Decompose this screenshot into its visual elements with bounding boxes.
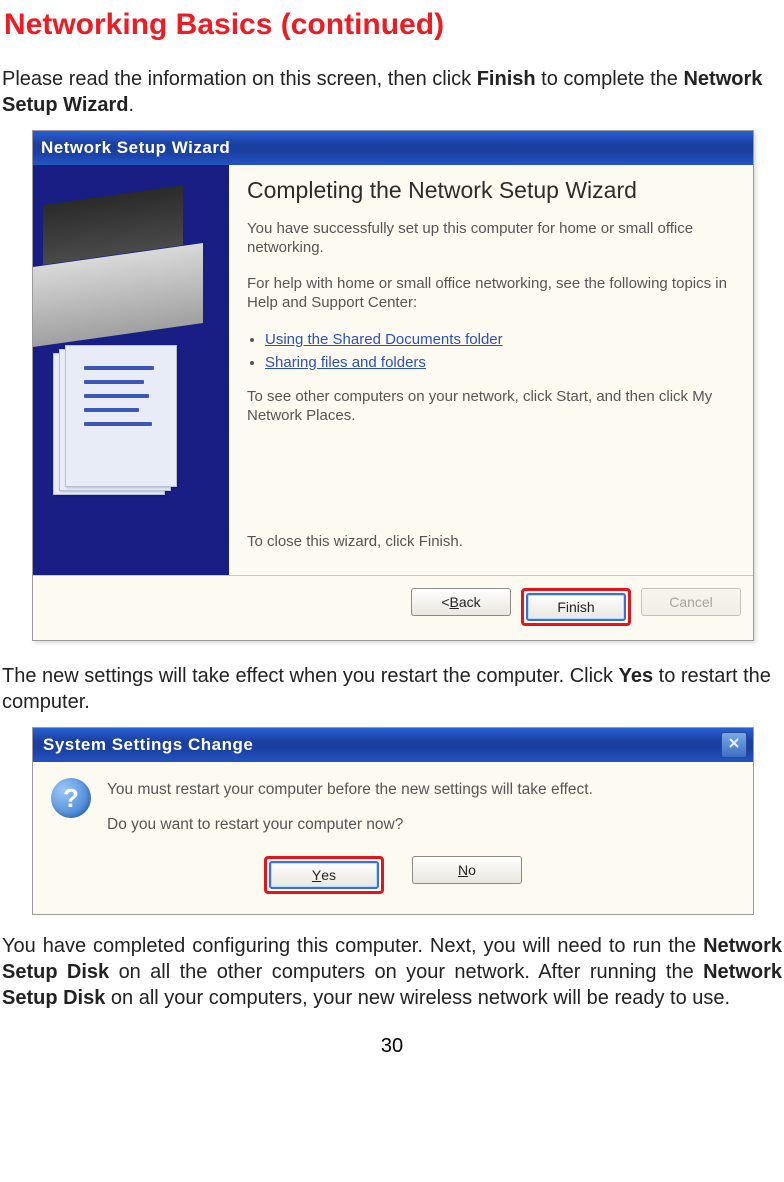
dialog-body: ? You must restart your computer before …: [33, 762, 753, 846]
dialog-text: You must restart your computer before th…: [107, 778, 593, 838]
close-button[interactable]: [721, 732, 747, 758]
cancel-button: Cancel: [641, 588, 741, 616]
text: The new settings will take effect when y…: [2, 665, 619, 687]
text: es: [321, 867, 336, 883]
restart-paragraph: The new settings will take effect when y…: [2, 663, 782, 715]
wizard-paragraph: You have successfully set up this comput…: [247, 219, 733, 258]
accesskey: Y: [312, 867, 321, 883]
text: You have completed configuring this comp…: [2, 935, 703, 957]
wizard-content: Completing the Network Setup Wizard You …: [229, 165, 753, 575]
no-button[interactable]: No: [412, 856, 522, 884]
intro-paragraph: Please read the information on this scre…: [2, 66, 782, 118]
text: <: [441, 594, 449, 610]
question-icon: ?: [51, 778, 91, 818]
dialog-line: You must restart your computer before th…: [107, 778, 593, 803]
help-link-shared-documents[interactable]: Using the Shared Documents folder: [265, 331, 503, 348]
closing-paragraph: You have completed configuring this comp…: [2, 933, 782, 1011]
wizard-sidebar-image: [33, 165, 229, 575]
window-title: Network Setup Wizard: [41, 138, 230, 158]
text: on all the other computers on your netwo…: [109, 961, 703, 983]
page-title: Networking Basics (continued): [4, 8, 784, 42]
dialog-button-row: Yes No: [33, 846, 753, 914]
text: Please read the information on this scre…: [2, 68, 477, 90]
help-link-sharing-files[interactable]: Sharing files and folders: [265, 354, 426, 371]
wizard-link-list: Using the Shared Documents folder Sharin…: [247, 329, 733, 373]
list-item: Sharing files and folders: [265, 352, 733, 373]
dialog-title: System Settings Change: [43, 735, 253, 755]
bold-finish: Finish: [477, 68, 536, 90]
wizard-heading: Completing the Network Setup Wizard: [247, 177, 733, 205]
bold-yes: Yes: [619, 665, 653, 687]
wizard-paragraph: To close this wizard, click Finish.: [247, 532, 733, 552]
list-item: Using the Shared Documents folder: [265, 329, 733, 350]
wizard-body: Completing the Network Setup Wizard You …: [33, 165, 753, 575]
yes-button-highlight: Yes: [264, 856, 384, 894]
accesskey: B: [450, 594, 459, 610]
accesskey: N: [458, 862, 468, 878]
wizard-paragraph: For help with home or small office netwo…: [247, 274, 733, 313]
text: .: [129, 94, 135, 116]
system-settings-change-dialog: System Settings Change ? You must restar…: [32, 727, 754, 915]
finish-button-highlight: Finish: [521, 588, 631, 626]
wizard-paragraph: To see other computers on your network, …: [247, 387, 733, 426]
text: ack: [459, 594, 481, 610]
paper-stack-illustration: [53, 345, 173, 495]
dialog-line: Do you want to restart your computer now…: [107, 813, 593, 838]
close-icon: [728, 736, 740, 754]
text: on all your computers, your new wireless…: [105, 987, 730, 1009]
page-number: 30: [0, 1035, 784, 1058]
window-titlebar: Network Setup Wizard: [33, 131, 753, 165]
wizard-footer: < Back Finish Cancel: [33, 575, 753, 640]
text: o: [468, 862, 476, 878]
network-setup-wizard-window: Network Setup Wizard Completing the Netw…: [32, 130, 754, 641]
back-button[interactable]: < Back: [411, 588, 511, 616]
text: to complete the: [536, 68, 684, 90]
dialog-titlebar: System Settings Change: [33, 728, 753, 762]
finish-button[interactable]: Finish: [526, 593, 626, 621]
yes-button[interactable]: Yes: [269, 861, 379, 889]
